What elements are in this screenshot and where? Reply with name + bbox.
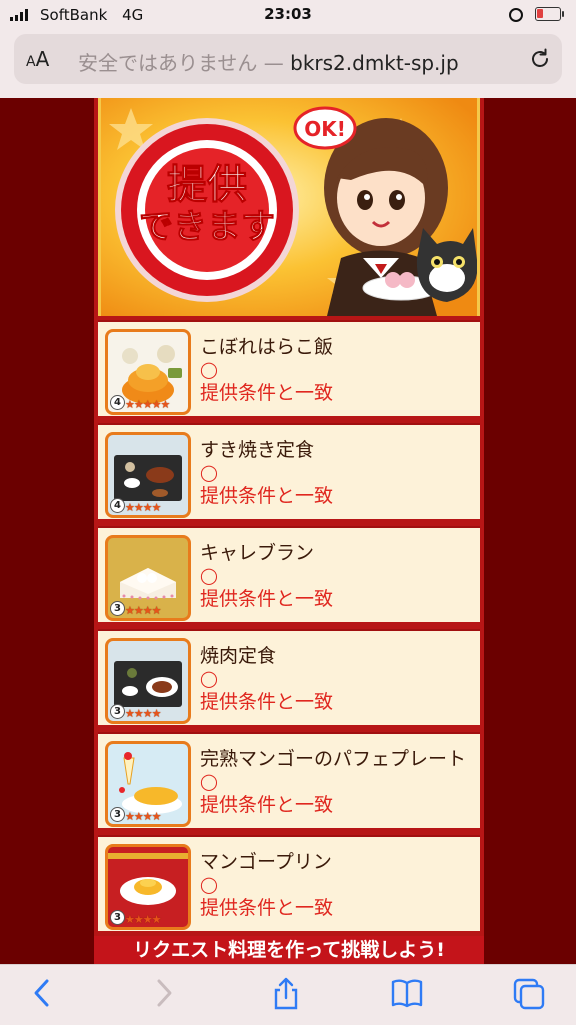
serve-ok-banner: 提供 できます OK!: [98, 98, 480, 316]
banner-line2: できます: [139, 207, 275, 247]
web-page: 提供 できます OK! 4 ★★★★★ こぼれはらこ飯 ◯ 提供条件と一致 4 …: [0, 98, 576, 964]
address-bar[interactable]: AA 安全ではありません — bkrs2.dmkt-sp.jp: [14, 34, 562, 84]
star-rating: ★★★★: [125, 604, 161, 617]
match-status: 提供条件と一致: [200, 897, 334, 919]
star-rating: ★★★★: [125, 707, 161, 720]
dish-thumbnail: 3 ★★★★: [105, 741, 191, 827]
aa-small-glyph: A: [26, 54, 36, 70]
battery-cap: [562, 11, 564, 17]
grade-badge: 3: [110, 910, 125, 925]
url-domain: bkrs2.dmkt-sp.jp: [290, 51, 459, 75]
match-circle-icon: ◯: [200, 463, 218, 482]
browser-top-chrome: AA 安全ではありません — bkrs2.dmkt-sp.jp: [0, 30, 576, 98]
grade-badge: 3: [110, 807, 125, 822]
grade-badge: 4: [110, 395, 125, 410]
share-icon: [274, 977, 298, 1010]
browser-toolbar: [0, 964, 576, 1025]
chevron-right-icon: [157, 979, 172, 1007]
reload-icon[interactable]: [528, 47, 552, 75]
dish-name: 焼肉定食: [200, 645, 277, 667]
dish-thumbnail: 3 ★★★★: [105, 844, 191, 930]
forward-button[interactable]: [150, 977, 178, 1013]
grade-badge: 4: [110, 498, 125, 513]
dish-name: キャレブラン: [200, 542, 315, 564]
share-button[interactable]: [270, 977, 302, 1015]
star-rating: ★★★★: [125, 501, 161, 514]
dish-card[interactable]: 4 ★★★★ すき焼き定食 ◯ 提供条件と一致: [98, 423, 480, 519]
banner-line1: 提供: [167, 162, 247, 208]
chevron-left-icon: [34, 979, 49, 1007]
ok-label: OK!: [304, 117, 346, 141]
dish-thumbnail: 4 ★★★★: [105, 432, 191, 518]
star-rating: ★★★★: [125, 810, 161, 823]
match-status: 提供条件と一致: [200, 794, 334, 816]
back-button[interactable]: [28, 977, 56, 1013]
grade-badge: 3: [110, 704, 125, 719]
dish-name: 完熟マンゴーのパフェプレート: [200, 748, 467, 770]
status-bar: SoftBank 4G 23:03: [0, 0, 576, 30]
dish-name: マンゴープリン: [200, 851, 332, 873]
grade-badge: 3: [110, 601, 125, 616]
match-circle-icon: ◯: [200, 360, 218, 379]
dish-name: すき焼き定食: [200, 439, 315, 461]
match-circle-icon: ◯: [200, 669, 218, 688]
url-field[interactable]: 安全ではありません — bkrs2.dmkt-sp.jp: [78, 47, 518, 76]
content-column: 提供 できます OK! 4 ★★★★★ こぼれはらこ飯 ◯ 提供条件と一致 4 …: [94, 98, 484, 964]
match-status: 提供条件と一致: [200, 382, 334, 404]
dish-card[interactable]: 3 ★★★★ マンゴープリン ◯ 提供条件と一致: [98, 835, 480, 931]
tabs-icon: [513, 978, 545, 1010]
battery-icon: [535, 7, 561, 21]
dish-card[interactable]: 3 ★★★★ キャレブラン ◯ 提供条件と一致: [98, 526, 480, 622]
match-circle-icon: ◯: [200, 566, 218, 585]
match-status: 提供条件と一致: [200, 588, 334, 610]
rotation-lock-icon: [509, 8, 523, 22]
tabs-button[interactable]: [512, 977, 546, 1015]
star-rating: ★★★★: [125, 913, 161, 926]
dish-card[interactable]: 3 ★★★★ 完熟マンゴーのパフェプレート ◯ 提供条件と一致: [98, 732, 480, 828]
dish-thumbnail: 3 ★★★★: [105, 638, 191, 724]
request-dish-cta[interactable]: リクエスト料理を作って挑戦しよう!: [94, 936, 484, 964]
dish-name: こぼれはらこ飯: [200, 336, 334, 358]
match-circle-icon: ◯: [200, 875, 218, 894]
banner-illustration: 提供 できます OK!: [101, 98, 477, 316]
ok-bubble: OK!: [293, 106, 357, 150]
bookmarks-button[interactable]: [390, 977, 424, 1013]
battery-level: [537, 9, 543, 18]
dish-card[interactable]: 4 ★★★★★ こぼれはらこ飯 ◯ 提供条件と一致: [98, 320, 480, 416]
dish-card[interactable]: 3 ★★★★ 焼肉定食 ◯ 提供条件と一致: [98, 629, 480, 725]
book-icon: [391, 979, 423, 1008]
clock: 23:03: [264, 5, 312, 23]
star-rating: ★★★★★: [125, 398, 170, 411]
dish-thumbnail: 3 ★★★★: [105, 535, 191, 621]
reader-aa-button[interactable]: AA: [26, 47, 49, 71]
match-circle-icon: ◯: [200, 772, 218, 791]
aa-large-glyph: A: [35, 47, 50, 71]
match-status: 提供条件と一致: [200, 691, 334, 713]
dish-thumbnail: 4 ★★★★★: [105, 329, 191, 415]
security-warning: 安全ではありません —: [78, 51, 284, 75]
match-status: 提供条件と一致: [200, 485, 334, 507]
